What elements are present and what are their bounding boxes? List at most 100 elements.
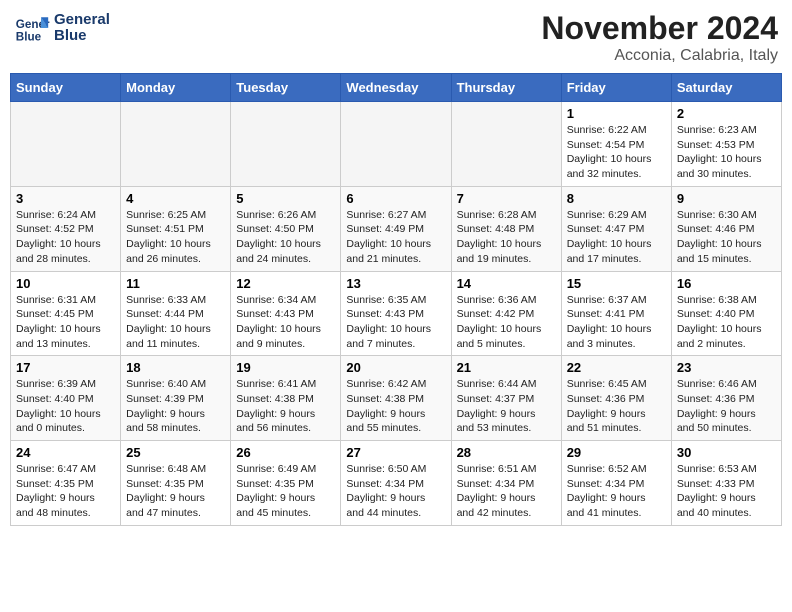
day-info: Sunrise: 6:42 AM Sunset: 4:38 PM Dayligh…	[346, 377, 445, 436]
logo: General Blue General Blue	[14, 10, 110, 46]
column-header-wednesday: Wednesday	[341, 74, 451, 102]
day-number: 28	[457, 445, 556, 460]
calendar-week-5: 24 Sunrise: 6:47 AM Sunset: 4:35 PM Dayl…	[11, 441, 782, 526]
day-number: 2	[677, 106, 776, 121]
calendar-cell	[231, 102, 341, 187]
day-info: Sunrise: 6:35 AM Sunset: 4:43 PM Dayligh…	[346, 293, 445, 352]
day-info: Sunrise: 6:24 AM Sunset: 4:52 PM Dayligh…	[16, 208, 115, 267]
day-number: 23	[677, 360, 776, 375]
column-header-saturday: Saturday	[671, 74, 781, 102]
day-info: Sunrise: 6:48 AM Sunset: 4:35 PM Dayligh…	[126, 462, 225, 521]
calendar-cell: 12 Sunrise: 6:34 AM Sunset: 4:43 PM Dayl…	[231, 271, 341, 356]
day-info: Sunrise: 6:34 AM Sunset: 4:43 PM Dayligh…	[236, 293, 335, 352]
day-number: 17	[16, 360, 115, 375]
calendar-cell: 2 Sunrise: 6:23 AM Sunset: 4:53 PM Dayli…	[671, 102, 781, 187]
column-header-monday: Monday	[121, 74, 231, 102]
calendar-cell: 25 Sunrise: 6:48 AM Sunset: 4:35 PM Dayl…	[121, 441, 231, 526]
day-info: Sunrise: 6:51 AM Sunset: 4:34 PM Dayligh…	[457, 462, 556, 521]
day-number: 20	[346, 360, 445, 375]
day-number: 13	[346, 276, 445, 291]
calendar-cell	[341, 102, 451, 187]
day-number: 12	[236, 276, 335, 291]
logo-line2: Blue	[54, 28, 110, 45]
calendar-cell: 15 Sunrise: 6:37 AM Sunset: 4:41 PM Dayl…	[561, 271, 671, 356]
day-number: 15	[567, 276, 666, 291]
calendar-cell: 9 Sunrise: 6:30 AM Sunset: 4:46 PM Dayli…	[671, 186, 781, 271]
calendar-cell: 26 Sunrise: 6:49 AM Sunset: 4:35 PM Dayl…	[231, 441, 341, 526]
calendar-cell: 6 Sunrise: 6:27 AM Sunset: 4:49 PM Dayli…	[341, 186, 451, 271]
column-header-friday: Friday	[561, 74, 671, 102]
calendar-week-1: 1 Sunrise: 6:22 AM Sunset: 4:54 PM Dayli…	[11, 102, 782, 187]
day-number: 3	[16, 191, 115, 206]
day-info: Sunrise: 6:44 AM Sunset: 4:37 PM Dayligh…	[457, 377, 556, 436]
day-number: 26	[236, 445, 335, 460]
column-header-tuesday: Tuesday	[231, 74, 341, 102]
day-number: 29	[567, 445, 666, 460]
day-info: Sunrise: 6:22 AM Sunset: 4:54 PM Dayligh…	[567, 123, 666, 182]
day-info: Sunrise: 6:41 AM Sunset: 4:38 PM Dayligh…	[236, 377, 335, 436]
calendar-header-row: SundayMondayTuesdayWednesdayThursdayFrid…	[11, 74, 782, 102]
calendar-cell: 28 Sunrise: 6:51 AM Sunset: 4:34 PM Dayl…	[451, 441, 561, 526]
calendar-cell: 13 Sunrise: 6:35 AM Sunset: 4:43 PM Dayl…	[341, 271, 451, 356]
day-number: 8	[567, 191, 666, 206]
calendar-cell: 22 Sunrise: 6:45 AM Sunset: 4:36 PM Dayl…	[561, 356, 671, 441]
logo-text-block: General Blue	[54, 12, 110, 45]
day-info: Sunrise: 6:27 AM Sunset: 4:49 PM Dayligh…	[346, 208, 445, 267]
title-block: November 2024 Acconia, Calabria, Italy	[541, 10, 778, 65]
calendar-cell: 1 Sunrise: 6:22 AM Sunset: 4:54 PM Dayli…	[561, 102, 671, 187]
day-info: Sunrise: 6:50 AM Sunset: 4:34 PM Dayligh…	[346, 462, 445, 521]
day-info: Sunrise: 6:25 AM Sunset: 4:51 PM Dayligh…	[126, 208, 225, 267]
day-number: 6	[346, 191, 445, 206]
day-info: Sunrise: 6:29 AM Sunset: 4:47 PM Dayligh…	[567, 208, 666, 267]
calendar-cell: 14 Sunrise: 6:36 AM Sunset: 4:42 PM Dayl…	[451, 271, 561, 356]
calendar-cell: 18 Sunrise: 6:40 AM Sunset: 4:39 PM Dayl…	[121, 356, 231, 441]
svg-text:Blue: Blue	[16, 31, 42, 44]
calendar-cell: 24 Sunrise: 6:47 AM Sunset: 4:35 PM Dayl…	[11, 441, 121, 526]
day-info: Sunrise: 6:23 AM Sunset: 4:53 PM Dayligh…	[677, 123, 776, 182]
logo-line1: General	[54, 12, 110, 29]
calendar-cell: 20 Sunrise: 6:42 AM Sunset: 4:38 PM Dayl…	[341, 356, 451, 441]
day-info: Sunrise: 6:52 AM Sunset: 4:34 PM Dayligh…	[567, 462, 666, 521]
day-number: 18	[126, 360, 225, 375]
day-info: Sunrise: 6:45 AM Sunset: 4:36 PM Dayligh…	[567, 377, 666, 436]
calendar-cell: 27 Sunrise: 6:50 AM Sunset: 4:34 PM Dayl…	[341, 441, 451, 526]
calendar-table: SundayMondayTuesdayWednesdayThursdayFrid…	[10, 73, 782, 526]
day-number: 5	[236, 191, 335, 206]
calendar-week-4: 17 Sunrise: 6:39 AM Sunset: 4:40 PM Dayl…	[11, 356, 782, 441]
calendar-cell: 29 Sunrise: 6:52 AM Sunset: 4:34 PM Dayl…	[561, 441, 671, 526]
calendar-cell: 4 Sunrise: 6:25 AM Sunset: 4:51 PM Dayli…	[121, 186, 231, 271]
day-info: Sunrise: 6:28 AM Sunset: 4:48 PM Dayligh…	[457, 208, 556, 267]
day-number: 22	[567, 360, 666, 375]
calendar-week-2: 3 Sunrise: 6:24 AM Sunset: 4:52 PM Dayli…	[11, 186, 782, 271]
day-number: 19	[236, 360, 335, 375]
logo-icon: General Blue	[14, 10, 50, 46]
day-number: 11	[126, 276, 225, 291]
day-number: 21	[457, 360, 556, 375]
calendar-cell: 5 Sunrise: 6:26 AM Sunset: 4:50 PM Dayli…	[231, 186, 341, 271]
day-number: 14	[457, 276, 556, 291]
day-info: Sunrise: 6:49 AM Sunset: 4:35 PM Dayligh…	[236, 462, 335, 521]
location-subtitle: Acconia, Calabria, Italy	[541, 47, 778, 65]
calendar-week-3: 10 Sunrise: 6:31 AM Sunset: 4:45 PM Dayl…	[11, 271, 782, 356]
day-info: Sunrise: 6:37 AM Sunset: 4:41 PM Dayligh…	[567, 293, 666, 352]
calendar-cell: 11 Sunrise: 6:33 AM Sunset: 4:44 PM Dayl…	[121, 271, 231, 356]
month-title: November 2024	[541, 10, 778, 47]
day-info: Sunrise: 6:36 AM Sunset: 4:42 PM Dayligh…	[457, 293, 556, 352]
calendar-cell: 19 Sunrise: 6:41 AM Sunset: 4:38 PM Dayl…	[231, 356, 341, 441]
day-number: 24	[16, 445, 115, 460]
calendar-cell: 3 Sunrise: 6:24 AM Sunset: 4:52 PM Dayli…	[11, 186, 121, 271]
day-info: Sunrise: 6:30 AM Sunset: 4:46 PM Dayligh…	[677, 208, 776, 267]
calendar-cell: 30 Sunrise: 6:53 AM Sunset: 4:33 PM Dayl…	[671, 441, 781, 526]
calendar-cell: 17 Sunrise: 6:39 AM Sunset: 4:40 PM Dayl…	[11, 356, 121, 441]
page-header: General Blue General Blue November 2024 …	[10, 10, 782, 65]
calendar-cell: 23 Sunrise: 6:46 AM Sunset: 4:36 PM Dayl…	[671, 356, 781, 441]
calendar-cell: 8 Sunrise: 6:29 AM Sunset: 4:47 PM Dayli…	[561, 186, 671, 271]
calendar-cell: 7 Sunrise: 6:28 AM Sunset: 4:48 PM Dayli…	[451, 186, 561, 271]
day-info: Sunrise: 6:31 AM Sunset: 4:45 PM Dayligh…	[16, 293, 115, 352]
calendar-cell: 10 Sunrise: 6:31 AM Sunset: 4:45 PM Dayl…	[11, 271, 121, 356]
day-number: 25	[126, 445, 225, 460]
day-info: Sunrise: 6:40 AM Sunset: 4:39 PM Dayligh…	[126, 377, 225, 436]
day-number: 9	[677, 191, 776, 206]
day-info: Sunrise: 6:26 AM Sunset: 4:50 PM Dayligh…	[236, 208, 335, 267]
day-number: 16	[677, 276, 776, 291]
